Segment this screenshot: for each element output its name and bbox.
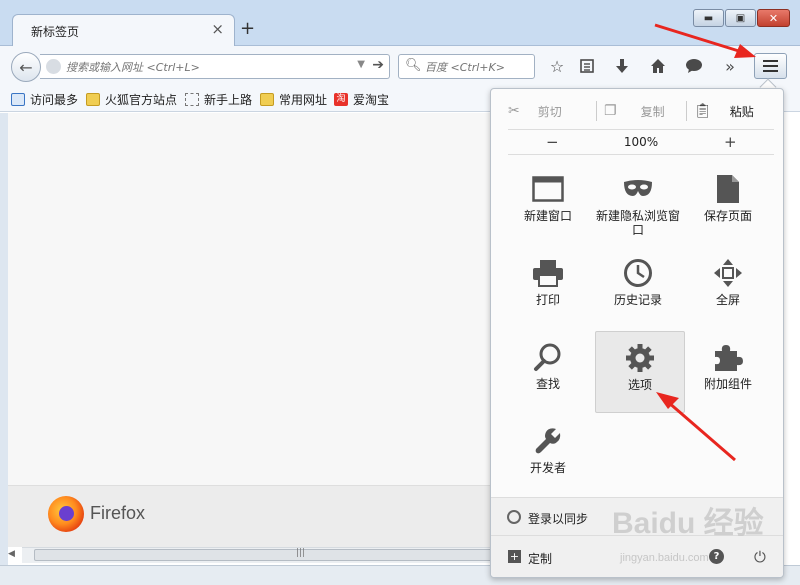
save-page-icon <box>683 171 773 207</box>
customize-plus-icon[interactable]: + <box>508 550 521 563</box>
getting-started-icon <box>185 92 199 106</box>
item-label: 保存页面 <box>703 209 752 223</box>
item-label: 附加组件 <box>703 377 752 391</box>
history-icon <box>593 255 683 291</box>
url-input[interactable] <box>66 58 346 76</box>
bookmark-label: 常用网址 <box>279 92 328 107</box>
help-icon[interactable]: ? <box>709 549 724 564</box>
sync-icon <box>507 510 521 524</box>
item-label: 开发者 <box>529 461 566 475</box>
print-button[interactable]: 打印 <box>503 247 593 329</box>
home-icon[interactable] <box>646 55 670 77</box>
find-icon <box>503 339 593 375</box>
new-tab-button[interactable]: + <box>240 18 255 39</box>
paste-label: 粘贴 <box>729 104 754 119</box>
maximize-button[interactable]: ▣ <box>725 9 756 27</box>
save-page-button[interactable]: 保存页面 <box>683 163 773 245</box>
paste-button[interactable]: 📋︎ 粘贴 <box>694 99 754 123</box>
item-label: 查找 <box>535 377 560 391</box>
scrollbar-grip-icon: ||| <box>296 548 306 558</box>
options-gear-icon <box>596 340 684 376</box>
cut-button[interactable]: ✂ 剪切 <box>508 99 562 123</box>
fullscreen-icon <box>683 255 773 291</box>
bookmark-star-icon[interactable]: ☆ <box>545 55 569 77</box>
window-left-edge <box>0 113 8 585</box>
bookmark-getting-started[interactable]: 新手上路 <box>185 90 252 108</box>
new-tab-footer: Firefox <box>8 485 491 547</box>
edit-controls: ✂ 剪切 ❐ 复制 📋︎ 粘贴 <box>508 99 773 123</box>
open-menu-button[interactable] <box>754 53 787 79</box>
bookmark-taobao[interactable]: 淘 爱淘宝 <box>334 90 389 108</box>
hamburger-menu-icon <box>763 65 778 67</box>
item-label: 选项 <box>627 378 652 392</box>
search-icon: 🔍︎ <box>405 58 422 73</box>
go-arrow-icon[interactable]: ➔ <box>372 57 384 73</box>
bookmarks-menu-icon[interactable] <box>575 55 599 77</box>
scissors-icon: ✂ <box>508 103 520 119</box>
customize-button[interactable]: 定制 <box>528 550 552 567</box>
bookmark-label: 火狐官方站点 <box>105 92 178 107</box>
bookmark-common-sites[interactable]: 常用网址 <box>260 90 327 108</box>
history-dropdown-icon[interactable]: ▼ <box>357 59 365 70</box>
overflow-chevron-icon[interactable]: » <box>718 55 742 77</box>
item-label: 新建隐私浏览窗口 <box>595 209 680 237</box>
find-button[interactable]: 查找 <box>503 331 593 413</box>
bookmark-label: 访问最多 <box>30 92 79 107</box>
copy-label: 复制 <box>640 104 665 119</box>
sync-label: 登录以同步 <box>528 512 589 526</box>
scrollbar-thumb[interactable] <box>34 549 554 561</box>
item-label: 历史记录 <box>613 293 662 307</box>
minimize-button[interactable]: ▬ <box>693 9 724 27</box>
chat-icon[interactable] <box>682 55 706 77</box>
clipboard-icon: 📋︎ <box>694 103 712 119</box>
developer-button[interactable]: 开发者 <box>503 415 593 497</box>
baidu-watermark: Baidu 经验 <box>612 507 764 540</box>
private-window-button[interactable]: 新建隐私浏览窗口 <box>593 163 683 245</box>
folder-icon <box>260 92 274 106</box>
tab-title: 新标签页 <box>31 25 80 39</box>
page-content[interactable] <box>8 113 491 485</box>
bookmark-label: 新手上路 <box>204 92 253 107</box>
zoom-in-button[interactable]: + <box>724 133 737 151</box>
bookmark-most-visited[interactable]: 访问最多 <box>11 90 78 108</box>
private-window-icon <box>593 171 683 207</box>
site-identity-icon[interactable] <box>46 59 61 74</box>
cut-label: 剪切 <box>537 104 562 119</box>
bookmark-firefox-site[interactable]: 火狐官方站点 <box>86 90 177 108</box>
downloads-icon[interactable] <box>610 55 634 77</box>
new-window-button[interactable]: 新建窗口 <box>503 163 593 245</box>
item-label: 打印 <box>535 293 560 307</box>
copy-button[interactable]: ❐ 复制 <box>604 99 665 123</box>
copy-icon: ❐ <box>604 103 617 119</box>
search-input[interactable] <box>425 58 530 76</box>
bookmark-label: 爱淘宝 <box>353 92 390 107</box>
title-bar: 新标签页 × + ▬ ▣ ✕ <box>0 0 800 46</box>
new-window-icon <box>503 171 593 207</box>
navigation-toolbar: ▼ ➔ ← 🔍︎ ☆ » <box>0 46 800 86</box>
zoom-controls: − 100% + <box>508 129 774 155</box>
history-button[interactable]: 历史记录 <box>593 247 683 329</box>
firefox-brand: Firefox <box>90 503 146 523</box>
most-visited-icon <box>11 92 25 106</box>
folder-icon <box>86 92 100 106</box>
quit-power-icon[interactable]: ⏻ <box>754 548 766 566</box>
fullscreen-button[interactable]: 全屏 <box>683 247 773 329</box>
developer-wrench-icon <box>503 423 593 459</box>
item-label: 全屏 <box>715 293 740 307</box>
addons-button[interactable]: 附加组件 <box>683 331 773 413</box>
close-button[interactable]: ✕ <box>757 9 790 27</box>
search-bar[interactable]: 🔍︎ <box>398 54 535 79</box>
firefox-logo-icon <box>48 496 84 532</box>
back-button[interactable]: ← <box>11 52 41 82</box>
item-label: 新建窗口 <box>523 209 572 223</box>
print-icon <box>503 255 593 291</box>
baidu-watermark-url: jingyan.baidu.com <box>620 552 709 564</box>
addons-puzzle-icon <box>683 339 773 375</box>
tab-new-tab[interactable]: 新标签页 × <box>12 14 235 46</box>
tab-close-icon[interactable]: × <box>211 20 224 38</box>
options-button[interactable]: 选项 <box>595 331 685 413</box>
taobao-icon: 淘 <box>334 92 348 106</box>
url-bar[interactable]: ▼ ➔ <box>40 54 390 79</box>
scroll-left-icon[interactable]: ◀ <box>8 549 15 559</box>
